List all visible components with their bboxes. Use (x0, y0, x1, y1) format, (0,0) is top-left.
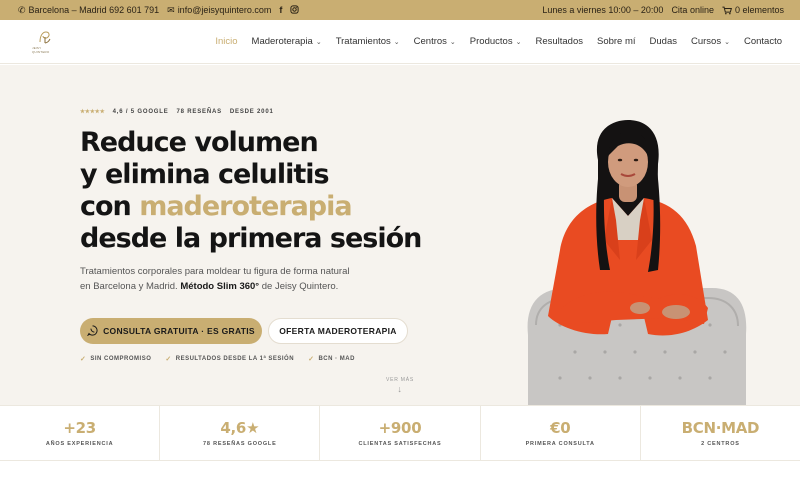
hero-headline: Reduce volumen y elimina celulitis con m… (80, 127, 460, 255)
top-info-bar: ✆ Barcelona – Madrid 692 601 791 ✉ info@… (0, 0, 800, 20)
top-bar-left: ✆ Barcelona – Madrid 692 601 791 ✉ info@… (18, 4, 299, 16)
top-bar-right: Lunes a viernes 10:00 – 20:00 Cita onlin… (542, 5, 784, 15)
stat-value: +23 (63, 419, 96, 437)
stats-row: +23 AÑOS EXPERIENCIA 4,6★ 78 RESEÑAS GOOGLE… (0, 405, 800, 461)
rating-stars: ★★★★★ (80, 109, 105, 115)
benefits-list: ✓ SIN COMPROMISO ✓ RESULTADOS DESDE LA 1ª … (80, 355, 355, 363)
nav-item-sobre-m-[interactable]: Sobre mí (597, 36, 636, 47)
nav-item-centros[interactable]: Centros ⌄ (414, 36, 456, 47)
headline-line-4: desde la primera sesión (80, 223, 422, 254)
arrow-down-icon: ↓ (397, 384, 403, 394)
stat-value: BCN·MAD (681, 419, 760, 437)
benefit-item: ✓ RESULTADOS DESDE LA 1ª SESIÓN (165, 355, 294, 363)
facebook-icon[interactable]: f (279, 5, 282, 15)
benefit-label: BCN · MAD (318, 356, 355, 362)
stat-item: +23 AÑOS EXPERIENCIA (0, 406, 161, 460)
check-icon: ✓ (80, 356, 87, 363)
nav-item-productos[interactable]: Productos ⌄ (470, 36, 522, 47)
chevron-down-icon: ⌄ (515, 38, 522, 46)
nav-item-label: Cursos (691, 36, 722, 47)
stat-value: 4,6★ (220, 419, 260, 437)
logo-caption: JEISY QUINTERO (32, 45, 50, 54)
stat-label: AÑOS EXPERIENCIA (45, 441, 114, 447)
nav-item-inicio[interactable]: Inicio (215, 36, 237, 47)
nav-item-label: Sobre mí (596, 36, 636, 47)
headline-accent: maderoterapia (139, 191, 352, 222)
main-navigation: Inicio Maderoterapia ⌄ Tratamientos ⌄ Centros… (215, 36, 782, 47)
chevron-down-icon: ⌄ (449, 38, 456, 46)
nav-item-label: Productos (469, 36, 513, 47)
email-link[interactable]: ✉ info@jeisyquintero.com (167, 5, 271, 15)
reviews-count: 78 RESEÑAS (176, 109, 222, 115)
benefit-label: SIN COMPROMISO (90, 356, 152, 362)
stat-label: 78 RESEÑAS GOOGLE (203, 441, 277, 447)
stat-value: €0 (550, 419, 571, 437)
rating-row: ★★★★★ 4,6 / 5 GOOGLE 78 RESEÑAS DESDE 20… (80, 109, 274, 115)
stat-label: 2 CENTROS (701, 441, 740, 447)
cart-count: 0 elementos (734, 5, 784, 15)
nav-item-label: Centros (413, 36, 447, 47)
whatsapp-icon (86, 324, 98, 338)
headline-line-1: Reduce volumen (80, 127, 319, 158)
benefit-label: RESULTADOS DESDE LA 1ª SESIÓN (175, 356, 295, 362)
stat-value: +900 (378, 419, 422, 437)
since-year: DESDE 2001 (229, 109, 274, 115)
stat-item: 4,6★ 78 RESEÑAS GOOGLE (160, 406, 321, 460)
stat-label: CLIENTAS SATISFECHAS (358, 441, 442, 447)
method-name: Método Slim 360° (180, 281, 260, 292)
stat-item: €0 PRIMERA CONSULTA (481, 406, 641, 460)
hero-photo (527, 120, 747, 405)
description-suffix: de Jeisy Quintero. (259, 281, 339, 292)
cart-icon (722, 6, 732, 14)
chevron-down-icon: ⌄ (724, 38, 730, 46)
nav-item-label: Contacto (743, 36, 782, 47)
nav-item-label: Resultados (535, 36, 583, 47)
free-consultation-label: CONSULTA GRATUITA · ES GRATIS (103, 326, 255, 336)
opening-hours: Lunes a viernes 10:00 – 20:00 (542, 5, 664, 15)
instagram-icon[interactable] (290, 4, 299, 16)
benefit-item: ✓ BCN · MAD (308, 355, 355, 363)
location-phone-text: Barcelona – Madrid 692 601 791 (28, 5, 160, 15)
cart-link[interactable]: 0 elementos (722, 5, 784, 15)
free-consultation-button[interactable]: CONSULTA GRATUITA · ES GRATIS (80, 318, 262, 344)
chevron-down-icon: ⌄ (315, 38, 322, 46)
chevron-down-icon: ⌄ (393, 38, 400, 46)
nav-item-label: Tratamientos (335, 36, 391, 47)
nav-item-dudas[interactable]: Dudas (650, 36, 677, 47)
brand-logo[interactable]: JEISY QUINTERO (32, 30, 58, 54)
rating-score: 4,6 / 5 GOOGLE (112, 109, 169, 115)
check-icon: ✓ (165, 356, 172, 363)
nav-item-contacto[interactable]: Contacto (744, 36, 782, 47)
scroll-hint[interactable]: VER MÁS ↓ (380, 377, 420, 394)
nav-item-maderoterapia[interactable]: Maderoterapia ⌄ (252, 36, 322, 47)
nav-item-tratamientos[interactable]: Tratamientos ⌄ (336, 36, 400, 47)
online-appointment-link[interactable]: Cita online (671, 5, 714, 15)
phone-icon: ✆ (18, 4, 26, 15)
scroll-hint-label: VER MÁS (385, 377, 415, 383)
next-section (0, 461, 800, 500)
stat-label: PRIMERA CONSULTA (525, 441, 595, 447)
mail-icon: ✉ (167, 4, 175, 15)
headline-line-3-prefix: con (80, 191, 140, 222)
stat-item: BCN·MAD 2 CENTROS (641, 406, 800, 460)
benefit-item: ✓ SIN COMPROMISO (80, 355, 151, 363)
nav-item-resultados[interactable]: Resultados (535, 36, 583, 47)
site-header: JEISY QUINTERO Inicio Maderoterapia ⌄ Trata… (0, 20, 800, 64)
email-text: info@jeisyquintero.com (177, 5, 272, 15)
nav-item-label: Inicio (215, 36, 238, 47)
check-icon: ✓ (308, 356, 315, 363)
nav-item-cursos[interactable]: Cursos ⌄ (691, 36, 730, 47)
offer-button[interactable]: OFERTA MADEROTERAPIA (268, 318, 408, 344)
logo-mark-icon (39, 30, 51, 43)
phone-link[interactable]: ✆ Barcelona – Madrid 692 601 791 (18, 5, 159, 15)
nav-item-label: Dudas (649, 36, 677, 47)
hero-description: Tratamientos corporales para moldear tu … (80, 264, 350, 294)
nav-item-label: Maderoterapia (251, 36, 313, 47)
hero-section: ★★★★★ 4,6 / 5 GOOGLE 78 RESEÑAS DESDE 20… (0, 65, 800, 405)
headline-line-2: y elimina celulitis (80, 159, 330, 190)
stat-item: +900 CLIENTAS SATISFECHAS (320, 406, 481, 460)
